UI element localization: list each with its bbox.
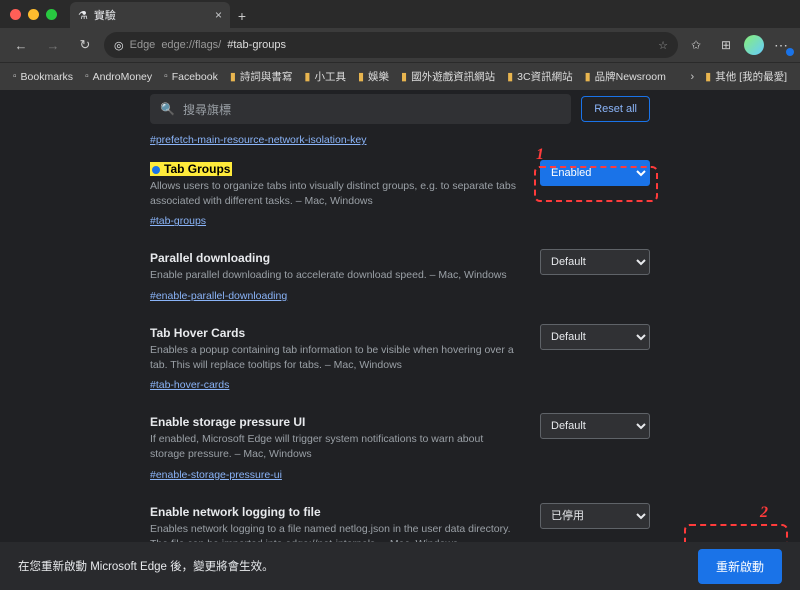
bookmarks-bar: ▫Bookmarks▫AndroMoney▫Facebook▮詩詞與書寫▮小工具… [0, 62, 800, 90]
annotation-1: 1 [536, 146, 544, 164]
flag-row: Tab Hover Cards Enables a popup containin… [150, 324, 650, 393]
notification-badge [786, 48, 794, 56]
flag-row: Parallel downloading Enable parallel down… [150, 249, 650, 304]
folder-icon: ▮ [705, 70, 711, 83]
tab-experiments[interactable]: ⚗ 實驗 × [70, 2, 230, 28]
bookmark-item[interactable]: ▮娛樂 [353, 69, 394, 84]
flask-icon: ⚗ [78, 9, 88, 22]
flag-title: Parallel downloading [150, 251, 270, 265]
folder-icon: ▮ [507, 70, 513, 83]
bookmark-item[interactable]: ▮國外遊戲資訊網站 [396, 69, 500, 84]
chevron-right-icon[interactable]: › [687, 71, 699, 83]
edge-icon: ◎ [114, 39, 124, 52]
flag-select[interactable]: Default [540, 324, 650, 350]
flag-description: Allows users to organize tabs into visua… [150, 179, 520, 208]
flag-row: Enable storage pressure UI If enabled, Mi… [150, 413, 650, 482]
folder-icon: ▮ [304, 70, 310, 83]
flag-description: Enables a popup containing tab informati… [150, 343, 520, 372]
bookmarks-overflow[interactable]: ▮其他 [我的最愛] [700, 69, 792, 84]
collections-icon[interactable]: ⊞ [714, 33, 738, 57]
bookmark-item[interactable]: ▫Bookmarks [8, 71, 78, 83]
profile-avatar[interactable] [744, 35, 764, 55]
flag-description: If enabled, Microsoft Edge will trigger … [150, 432, 520, 461]
tab-title: 實驗 [94, 7, 116, 23]
bookmark-item[interactable]: ▮3C資訊網站 [502, 69, 578, 84]
flag-title: Tab Groups [150, 162, 232, 176]
flag-hash-link[interactable]: #enable-storage-pressure-ui [150, 469, 282, 481]
folder-icon: ▮ [230, 70, 236, 83]
refresh-button[interactable]: ↻ [72, 32, 98, 58]
close-window[interactable] [10, 9, 21, 20]
flag-select[interactable]: Default [540, 249, 650, 275]
flag-title: Tab Hover Cards [150, 326, 245, 340]
flag-hash-link[interactable]: #tab-hover-cards [150, 379, 229, 391]
relaunch-button[interactable]: 重新啟動 [698, 549, 782, 584]
flag-row: Tab Groups Allows users to organize tabs … [150, 160, 650, 229]
flag-select[interactable]: 已停用 [540, 503, 650, 529]
flag-description: Enable parallel downloading to accelerat… [150, 268, 520, 283]
minimize-window[interactable] [28, 9, 39, 20]
restart-message: 在您重新啟動 Microsoft Edge 後，變更將會生效。 [18, 558, 274, 574]
flag-title: Enable network logging to file [150, 505, 321, 519]
back-button[interactable]: ← [8, 32, 34, 58]
url-hash: #tab-groups [227, 39, 286, 51]
flag-select[interactable]: Enabled [540, 160, 650, 186]
bookmark-item[interactable]: ▮品牌Newsroom [580, 69, 671, 84]
forward-button[interactable]: → [40, 32, 66, 58]
favorite-icon[interactable]: ☆ [658, 39, 668, 52]
page-icon: ▫ [85, 71, 89, 82]
flag-title: Enable storage pressure UI [150, 415, 305, 429]
url-protocol: Edge [130, 39, 156, 51]
close-tab-icon[interactable]: × [215, 8, 222, 22]
zoom-window[interactable] [46, 9, 57, 20]
favorites-icon[interactable]: ✩ [684, 33, 708, 57]
folder-icon: ▮ [585, 70, 591, 83]
bookmark-item[interactable]: ▮詩詞與書寫 [225, 69, 298, 84]
page-icon: ▫ [13, 71, 17, 82]
search-input[interactable]: 🔍 搜尋旗標 [150, 94, 571, 124]
new-tab-button[interactable]: + [230, 4, 254, 28]
folder-icon: ▮ [358, 70, 364, 83]
search-icon: 🔍 [160, 102, 175, 116]
bookmark-item[interactable]: ▮小工具 [299, 69, 351, 84]
folder-icon: ▮ [401, 70, 407, 83]
address-bar[interactable]: ◎ Edge edge://flags/ #tab-groups ☆ [104, 32, 678, 58]
more-menu-icon[interactable]: ⋯ [770, 37, 792, 54]
flag-hash-link[interactable]: #prefetch-main-resource-network-isolatio… [150, 134, 650, 146]
flag-hash-link[interactable]: #enable-parallel-downloading [150, 290, 287, 302]
annotation-2: 2 [760, 504, 768, 522]
page-icon: ▫ [164, 71, 168, 82]
search-placeholder: 搜尋旗標 [183, 101, 231, 118]
reset-all-button[interactable]: Reset all [581, 96, 650, 122]
bookmark-item[interactable]: ▫AndroMoney [80, 71, 157, 83]
flag-select[interactable]: Default [540, 413, 650, 439]
bookmark-item[interactable]: ▫Facebook [159, 71, 223, 83]
flag-hash-link[interactable]: #tab-groups [150, 215, 206, 227]
url-prefix: edge://flags/ [161, 39, 221, 51]
